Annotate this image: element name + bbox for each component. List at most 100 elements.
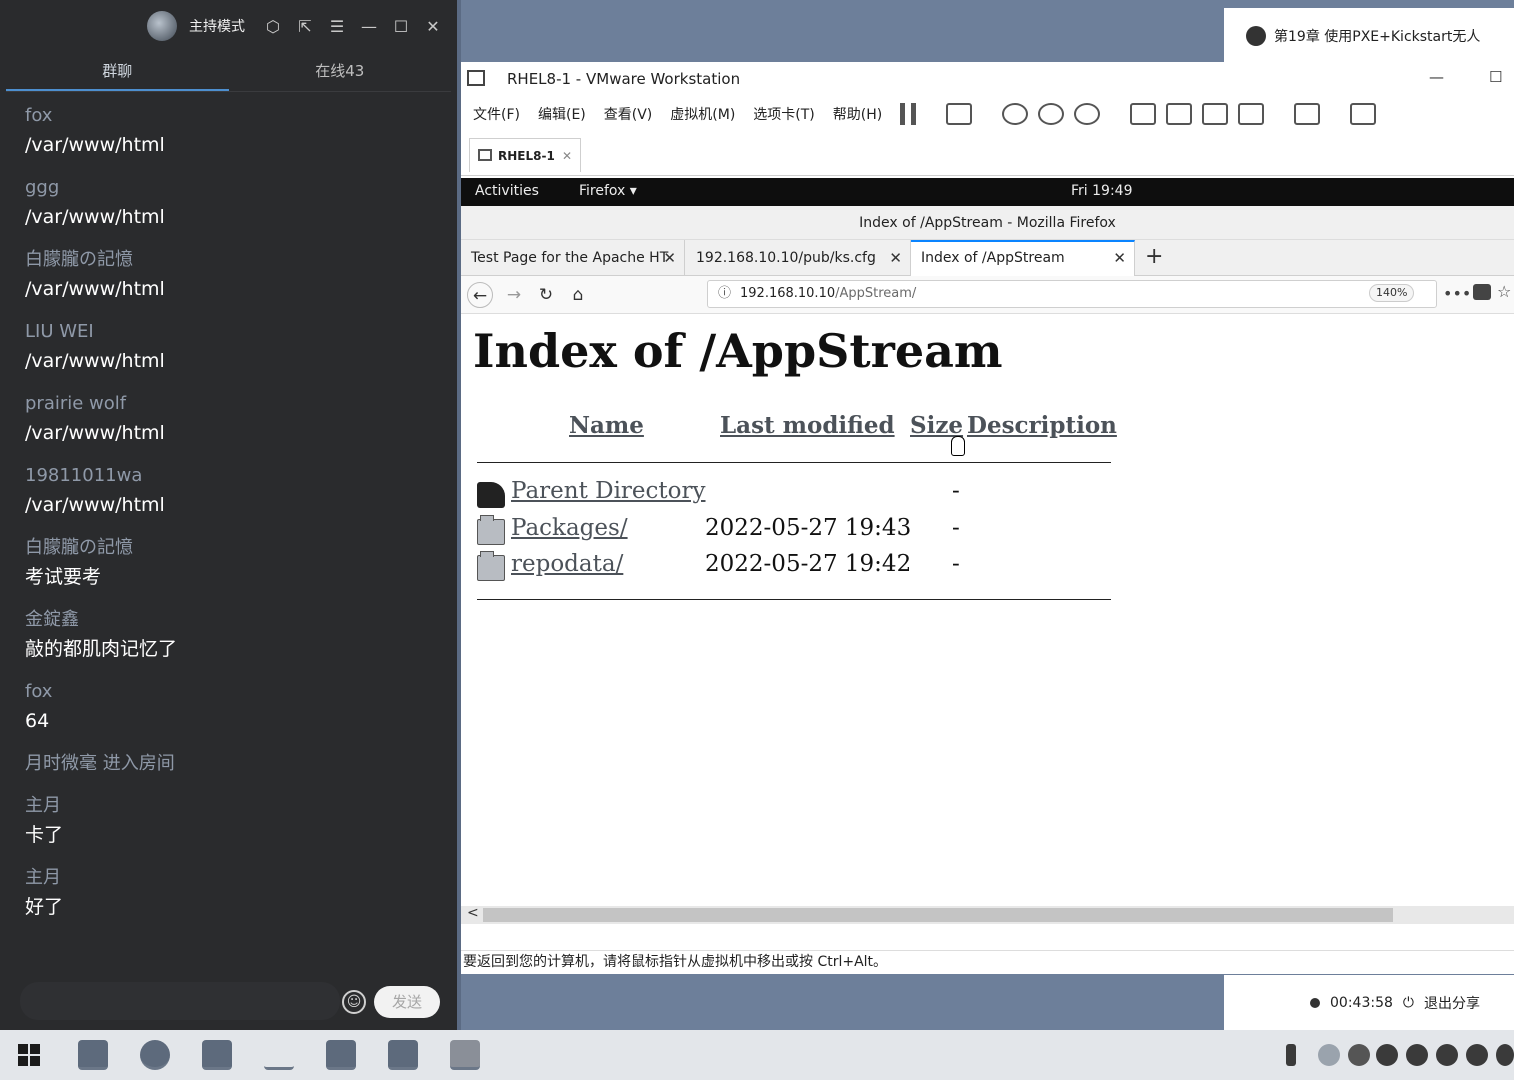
menu-help[interactable]: 帮助(H): [833, 104, 882, 124]
windows-start-icon[interactable]: [18, 1044, 40, 1066]
activities-button[interactable]: Activities: [475, 183, 539, 199]
power-icon[interactable]: ⏻: [1403, 995, 1414, 1011]
vm-icon: [478, 149, 492, 161]
qq-icon[interactable]: [1466, 1044, 1488, 1066]
file-link[interactable]: Parent Directory: [511, 478, 706, 504]
stretch-icon[interactable]: [1350, 103, 1377, 125]
player-icon[interactable]: [326, 1040, 356, 1070]
list-item: 主月 卡了: [0, 792, 457, 850]
terminal-icon[interactable]: [388, 1040, 418, 1070]
vmware-icon[interactable]: [202, 1040, 232, 1070]
forward-icon[interactable]: →: [501, 282, 527, 308]
pocket-icon[interactable]: [1473, 284, 1491, 300]
thumbnail-bar-icon[interactable]: [1166, 103, 1193, 125]
browser-icon[interactable]: [140, 1040, 170, 1070]
url-bar[interactable]: ⓘ 192.168.10.10/AppStream/: [707, 280, 1437, 308]
bird-icon[interactable]: [450, 1040, 480, 1070]
column-size-link[interactable]: Size: [910, 412, 963, 439]
scroll-left-icon[interactable]: <: [467, 905, 479, 921]
tab-online[interactable]: 在线43: [229, 52, 452, 91]
mouse-cursor-icon: [951, 436, 965, 456]
message-text: 卡了: [25, 824, 64, 846]
tab-appstream[interactable]: Index of /AppStream ✕: [911, 240, 1135, 276]
send-button[interactable]: 发送: [374, 986, 440, 1018]
firefox-app-menu[interactable]: Firefox ▾: [579, 183, 637, 199]
send-ctrl-alt-del-icon[interactable]: [946, 103, 973, 125]
volume-icon[interactable]: [1496, 1044, 1514, 1066]
zoom-indicator[interactable]: 140%: [1369, 284, 1415, 302]
tab-group-chat[interactable]: 群聊: [6, 52, 229, 91]
column-name-link[interactable]: Name: [569, 412, 644, 439]
menu-vm[interactable]: 虚拟机(M): [670, 104, 735, 124]
list-item: 白朦朧の記憶 考试要考: [0, 534, 457, 592]
menu-view[interactable]: 查看(V): [604, 104, 653, 124]
new-tab-icon[interactable]: +: [1145, 244, 1163, 269]
list-item: prairie wolf/var/www/html: [0, 390, 457, 448]
unity-icon[interactable]: [1238, 103, 1265, 125]
chat-input[interactable]: [20, 982, 340, 1020]
minimize-icon[interactable]: —: [1429, 68, 1444, 86]
reload-icon[interactable]: ↻: [533, 282, 559, 308]
snapshot-icon[interactable]: [1002, 103, 1029, 125]
page-title: Index of /AppStream: [473, 324, 1003, 378]
full-screen-icon[interactable]: [1202, 103, 1229, 125]
file-modified: 2022-05-27 19:42: [705, 551, 912, 577]
message-user: 主月: [25, 867, 61, 888]
popout-icon[interactable]: ⇱: [295, 16, 315, 36]
menu-edit[interactable]: 编辑(E): [538, 104, 586, 124]
taskbar: [0, 1030, 1514, 1080]
console-icon[interactable]: [1294, 103, 1321, 125]
stop-share-button[interactable]: 退出分享: [1424, 993, 1480, 1013]
horizontal-scrollbar[interactable]: <: [461, 905, 1514, 924]
menu-icon[interactable]: ☰: [327, 16, 347, 36]
emoji-icon[interactable]: ☺: [342, 990, 366, 1014]
close-icon[interactable]: ✕: [562, 149, 572, 163]
security-icon[interactable]: [1318, 1044, 1340, 1066]
back-icon[interactable]: ←: [467, 282, 493, 308]
settings-icon[interactable]: ⬡: [263, 16, 283, 36]
close-icon[interactable]: ✕: [663, 240, 676, 276]
message-text: /var/www/html: [25, 278, 165, 300]
maximize-icon[interactable]: ☐: [391, 16, 411, 36]
tab-ks-cfg[interactable]: 192.168.10.10/pub/ks.cfg ✕: [686, 240, 911, 276]
bookmark-star-icon[interactable]: ☆: [1497, 282, 1511, 301]
vmware-tabbar: RHEL8-1 ✕: [461, 132, 1514, 176]
home-icon[interactable]: ⌂: [565, 282, 591, 308]
file-link[interactable]: Packages/: [511, 515, 628, 541]
column-last-modified-link[interactable]: Last modified: [720, 412, 895, 439]
close-icon[interactable]: ✕: [1113, 242, 1126, 274]
menu-file[interactable]: 文件(F): [473, 104, 520, 124]
revert-snapshot-icon[interactable]: [1038, 103, 1065, 125]
close-icon[interactable]: ✕: [889, 240, 902, 276]
info-icon[interactable]: ⓘ: [718, 281, 731, 307]
microphone-icon[interactable]: [1286, 1044, 1296, 1066]
notification-bar[interactable]: 第19章 使用PXE+Kickstart无人: [1224, 8, 1514, 64]
file-link[interactable]: repodata/: [511, 551, 623, 577]
gnome-topbar: Activities Firefox ▾ Fri 19:49: [461, 178, 1514, 206]
file-explorer-icon[interactable]: [78, 1040, 108, 1070]
library-icon[interactable]: [1130, 103, 1157, 125]
tab-rhel8-1[interactable]: RHEL8-1 ✕: [469, 138, 581, 172]
network-icon[interactable]: [1348, 1044, 1370, 1066]
qq-icon[interactable]: [1406, 1044, 1428, 1066]
more-icon[interactable]: •••: [1443, 284, 1471, 303]
message-text: 好了: [25, 896, 64, 918]
scrollbar-thumb[interactable]: [483, 908, 1393, 922]
message-user: 白朦朧の記憶: [25, 249, 133, 270]
guest-screen[interactable]: Activities Firefox ▾ Fri 19:49 Index of …: [461, 178, 1514, 934]
maximize-icon[interactable]: ☐: [1489, 68, 1502, 86]
clock[interactable]: Fri 19:49: [1071, 183, 1132, 199]
snapshot-manager-icon[interactable]: [1074, 103, 1101, 125]
column-description-link[interactable]: Description: [967, 412, 1117, 439]
brain-icon: [1246, 26, 1266, 46]
minimize-icon[interactable]: —: [359, 16, 379, 36]
qq-icon[interactable]: [1436, 1044, 1458, 1066]
close-icon[interactable]: ✕: [423, 16, 443, 36]
message-text: 64: [25, 710, 50, 732]
chat-app-icon[interactable]: [1376, 1044, 1398, 1066]
menu-tabs[interactable]: 选项卡(T): [753, 104, 814, 124]
tab-test-page[interactable]: Test Page for the Apache HT ✕: [461, 240, 685, 276]
file-size: -: [952, 551, 960, 577]
app-icon[interactable]: [264, 1040, 294, 1070]
pause-icon[interactable]: [900, 103, 917, 125]
